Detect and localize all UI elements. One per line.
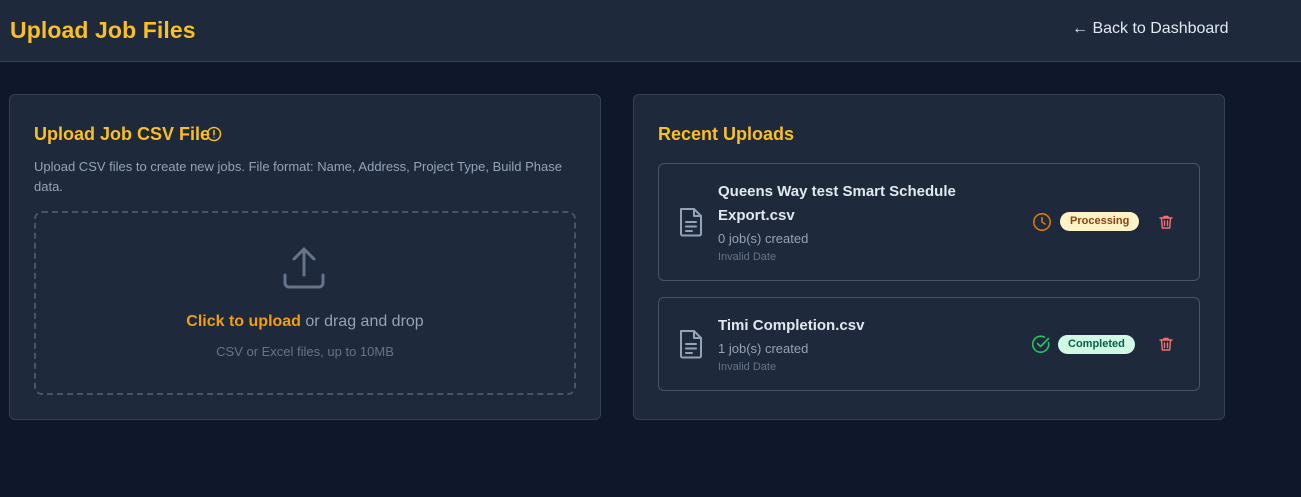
trash-icon[interactable] (1158, 214, 1174, 230)
clock-icon (1033, 213, 1051, 231)
upload-date: Invalid Date (718, 251, 777, 263)
upload-date: Invalid Date (718, 361, 777, 373)
recent-uploads-card: Recent Uploads Queens Way test Smart Sch… (633, 94, 1225, 420)
click-to-upload-link[interactable]: Click to upload (186, 313, 301, 330)
dropzone-hint: CSV or Excel files, up to 10MB (216, 344, 394, 359)
file-dropzone[interactable]: Click to upload or drag and drop CSV or … (34, 211, 576, 395)
file-document-icon (680, 330, 702, 359)
file-name: Timi Completion.csv (718, 317, 865, 334)
check-circle-icon (1031, 335, 1050, 354)
dropzone-instruction: Click to upload or drag and drop (36, 313, 574, 331)
jobs-created-count: 1 job(s) created (718, 341, 809, 356)
upload-icon (283, 247, 325, 289)
upload-description: Upload CSV files to create new jobs. Fil… (34, 159, 562, 194)
upload-list-item: Queens Way test Smart Schedule Export.cs… (658, 163, 1200, 281)
recent-uploads-title: Recent Uploads (658, 124, 795, 144)
trash-icon[interactable] (1158, 336, 1174, 352)
top-bar: Upload Job Files ← Back to Dashboard (0, 0, 1301, 62)
file-name: Queens Way test Smart Schedule Export.cs… (718, 183, 956, 224)
upload-card: Upload Job CSV File Upload CSV files to … (9, 94, 601, 420)
upload-card-title: Upload Job CSV File (34, 124, 211, 144)
status-badge: Processing (1060, 212, 1140, 231)
file-document-icon (680, 208, 702, 237)
drag-and-drop-text: or drag and drop (300, 313, 424, 330)
info-circle-icon[interactable] (206, 126, 222, 142)
back-to-dashboard-link[interactable]: ← Back to Dashboard (1072, 20, 1229, 38)
page-title: Upload Job Files (10, 17, 196, 43)
upload-list-item: Timi Completion.csv 1 job(s) created Inv… (658, 297, 1200, 391)
status-badge: Completed (1058, 335, 1135, 354)
jobs-created-count: 0 job(s) created (718, 231, 809, 246)
